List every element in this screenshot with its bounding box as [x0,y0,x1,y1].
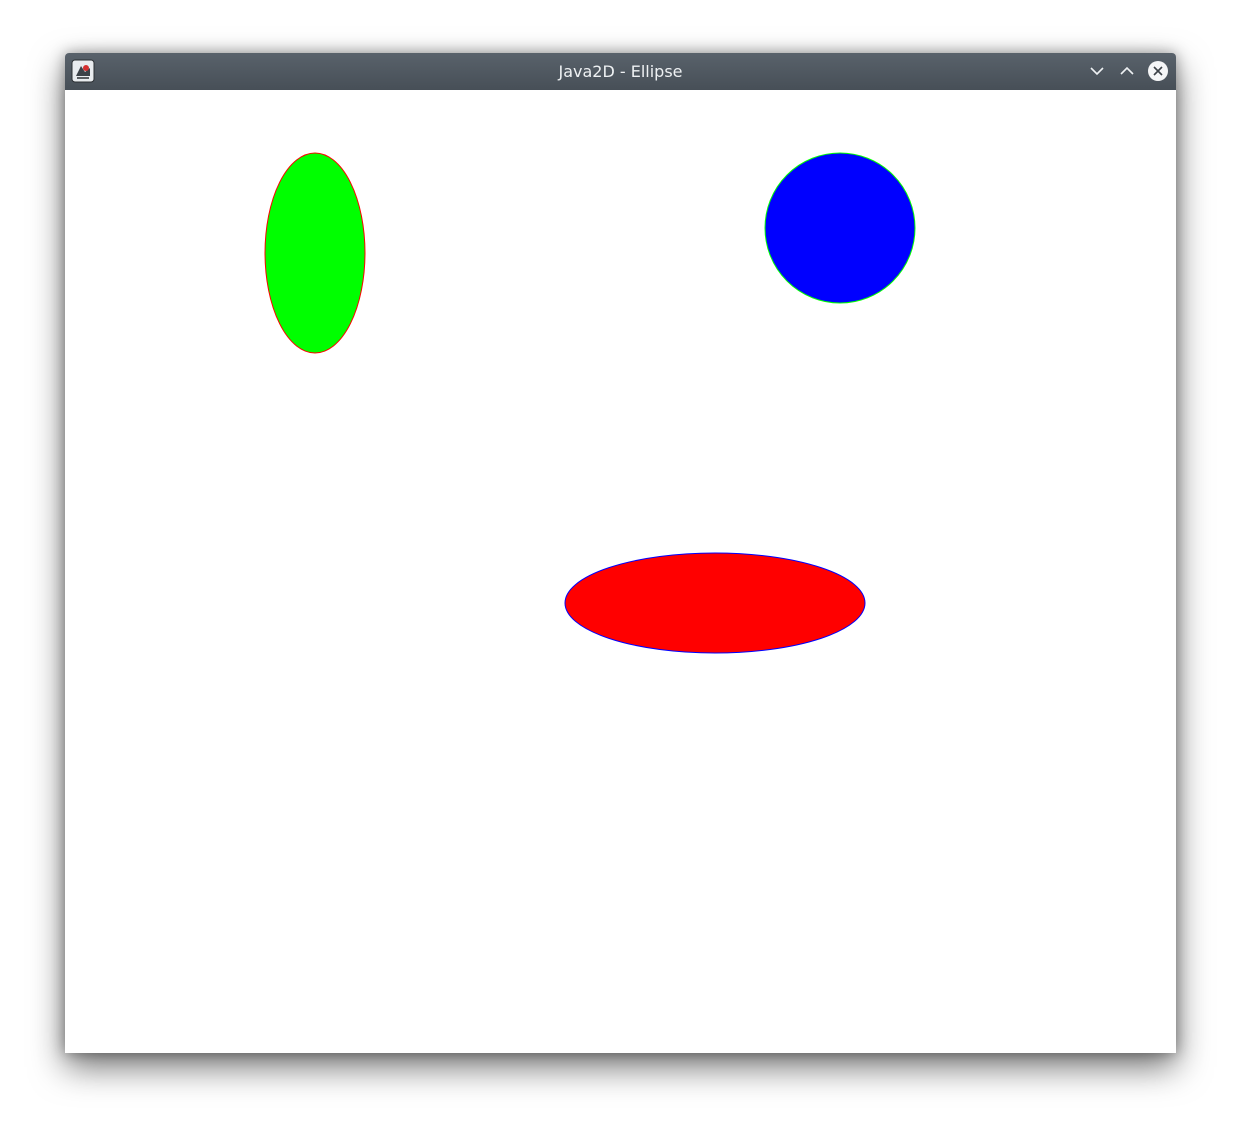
minimize-button[interactable] [1085,59,1109,83]
close-icon [1148,61,1168,81]
blue-circle [764,152,916,304]
maximize-button[interactable] [1115,59,1139,83]
window-title: Java2D - Ellipse [558,62,683,81]
java-app-icon[interactable] [71,59,95,83]
chevron-up-icon [1120,66,1134,75]
green-ellipse [264,152,366,354]
title-bar[interactable]: Java2D - Ellipse [65,53,1176,90]
app-window: Java2D - Ellipse [65,53,1176,1053]
chevron-down-icon [1090,67,1104,76]
red-ellipse [564,552,866,654]
close-button[interactable] [1146,59,1170,83]
drawing-canvas [65,90,1176,1053]
